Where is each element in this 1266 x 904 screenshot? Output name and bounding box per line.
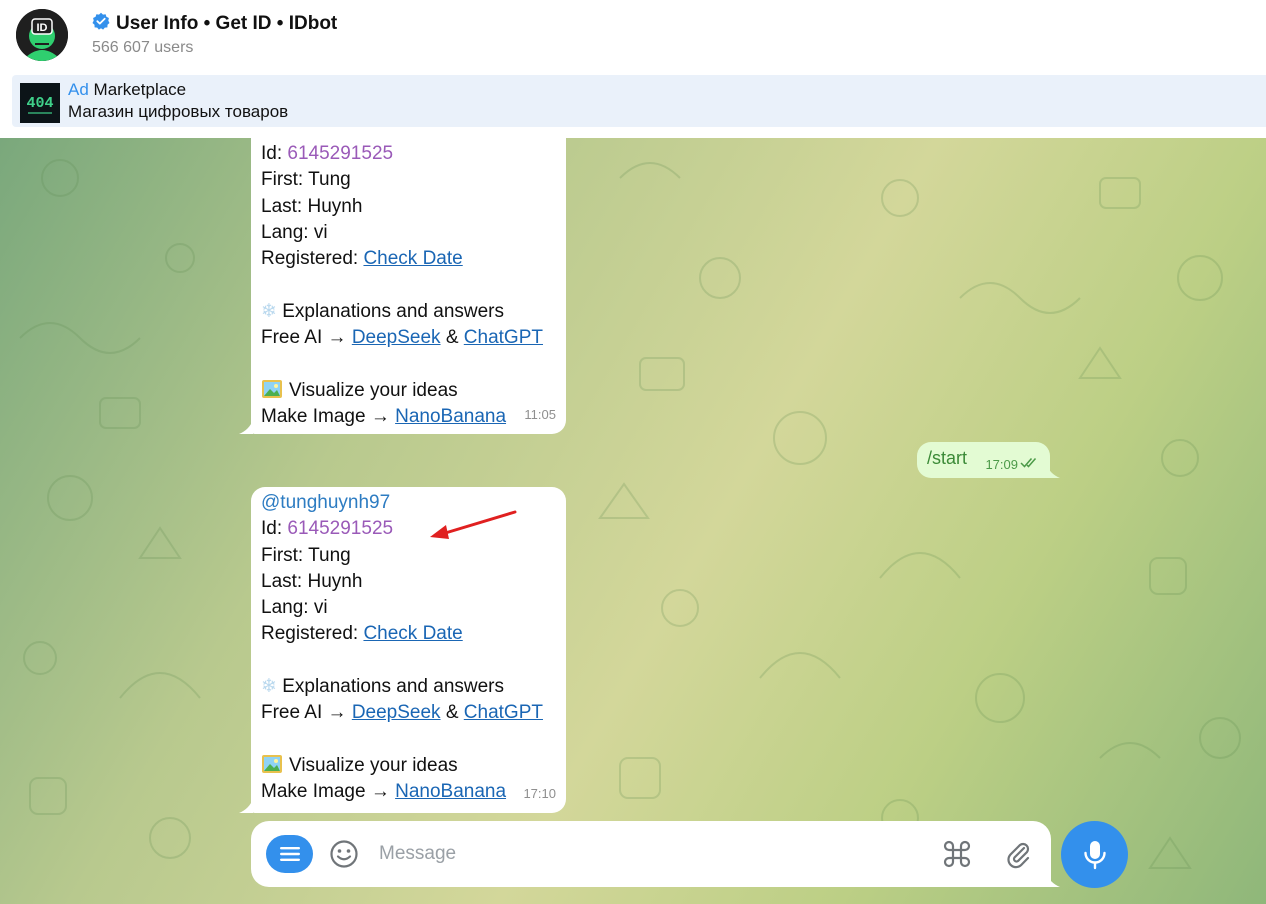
check-date-link[interactable]: Check Date: [363, 248, 462, 269]
attach-button[interactable]: [1002, 838, 1034, 870]
emoji-icon: [330, 840, 358, 868]
chat-title-text: User Info • Get ID • IDbot: [116, 13, 338, 34]
deepseek-link[interactable]: DeepSeek: [352, 702, 441, 723]
incoming-message[interactable]: Id: 6145291525 First: Tung Last: Huynh L…: [251, 138, 566, 434]
snowflake-icon: ❄: [261, 300, 283, 322]
voice-record-button[interactable]: [1061, 821, 1128, 888]
user-id-value[interactable]: 6145291525: [287, 518, 393, 539]
menu-icon: [279, 847, 300, 861]
double-check-icon: [1020, 457, 1040, 472]
deepseek-link[interactable]: DeepSeek: [352, 327, 441, 348]
ad-title: Marketplace: [93, 80, 187, 99]
last-name-line: Last: Huynh: [261, 570, 363, 592]
avatar-text: ID: [37, 22, 48, 34]
microphone-icon: [1083, 840, 1106, 869]
paperclip-icon: [1007, 842, 1030, 869]
verified-icon: [92, 12, 110, 36]
check-date-link[interactable]: Check Date: [363, 623, 462, 644]
first-name-line: First: Tung: [261, 169, 351, 191]
user-id-value[interactable]: 6145291525: [287, 143, 393, 164]
ad-thumbnail: 404: [20, 83, 60, 123]
message-time: 11:05: [524, 406, 556, 422]
message-input[interactable]: [379, 839, 899, 869]
chatgpt-link[interactable]: ChatGPT: [464, 327, 543, 348]
picture-icon: [261, 379, 283, 407]
first-name-line: First: Tung: [261, 544, 351, 566]
snowflake-icon: ❄: [261, 676, 283, 698]
commands-button[interactable]: [941, 838, 973, 870]
message-composer: [251, 821, 1051, 887]
ad-thumb-text: 404: [26, 95, 53, 112]
nanobanana-link[interactable]: NanoBanana: [395, 406, 506, 427]
nanobanana-link[interactable]: NanoBanana: [395, 781, 506, 802]
command-icon: [943, 840, 971, 868]
emoji-button[interactable]: [329, 839, 359, 869]
outgoing-time: 17:09: [985, 457, 1018, 472]
ad-label: Ad: [68, 80, 89, 99]
picture-icon: [261, 754, 283, 782]
annotation-arrow: [430, 510, 517, 539]
last-name-line: Last: Huynh: [261, 195, 363, 217]
chatgpt-link[interactable]: ChatGPT: [464, 702, 543, 723]
chat-title: User Info • Get ID • IDbot: [92, 12, 337, 36]
lang-line: Lang: vi: [261, 221, 328, 243]
message-time: 17:10: [523, 785, 556, 801]
ad-description: Магазин цифровых товаров: [68, 102, 289, 121]
sponsored-ad[interactable]: 404 Ad Marketplace Магазин цифровых това…: [12, 75, 1266, 127]
doodle-pattern: [19, 159, 1241, 875]
bot-avatar[interactable]: ID: [16, 9, 68, 61]
message-list[interactable]: Id: 6145291525 First: Tung Last: Huynh L…: [0, 138, 1266, 904]
outgoing-message[interactable]: /start 17:09: [917, 442, 1050, 478]
bot-menu-button[interactable]: [266, 835, 313, 873]
member-count: 566 607 users: [92, 39, 194, 56]
outgoing-text: /start: [927, 448, 968, 468]
chat-header[interactable]: ID User Info • Get ID • IDbot 566 607 us…: [0, 0, 1266, 73]
lang-line: Lang: vi: [261, 597, 328, 619]
